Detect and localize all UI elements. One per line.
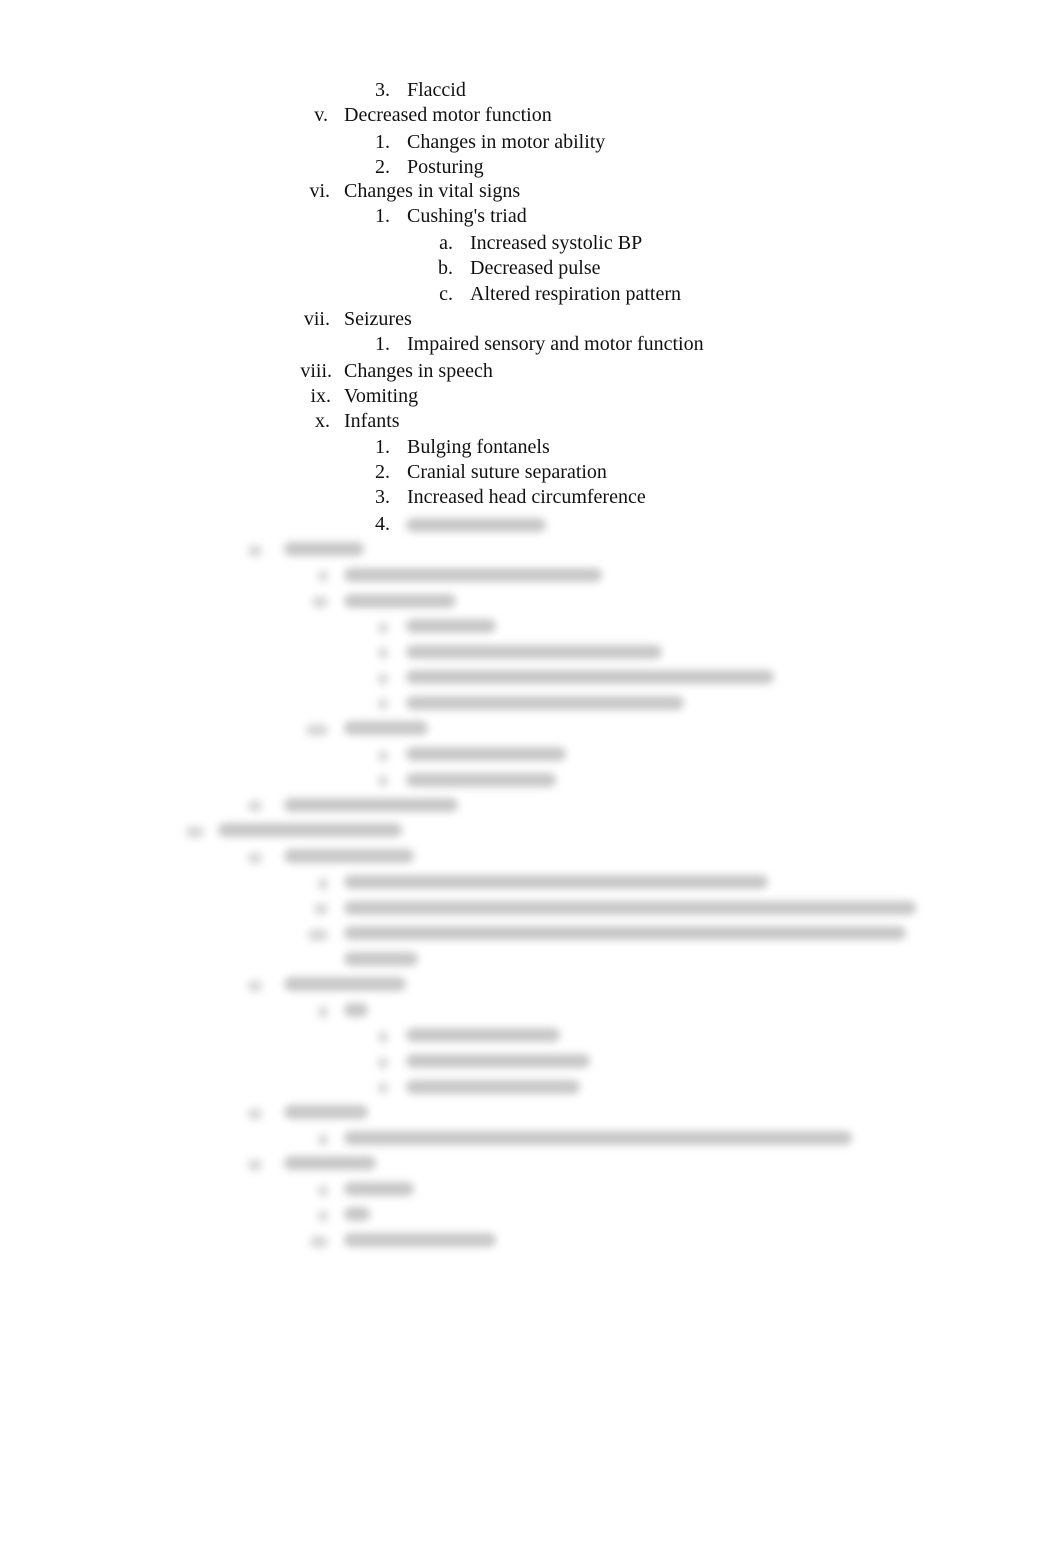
list-marker: b. — [438, 257, 453, 279]
blurred-marker — [318, 1210, 328, 1222]
blurred-marker — [248, 980, 262, 992]
blurred-text-line — [344, 594, 456, 608]
list-item-text: Seizures — [344, 308, 412, 330]
list-marker: v. — [314, 104, 328, 126]
list-marker: 2. — [375, 156, 390, 178]
blurred-marker — [248, 545, 262, 557]
blurred-text-line — [406, 747, 566, 761]
blurred-marker — [378, 750, 388, 762]
blurred-text-line — [344, 568, 602, 582]
blurred-text-line — [344, 1131, 852, 1145]
blurred-marker — [318, 878, 328, 890]
document-page: 3. Flaccid v. Decreased motor function 1… — [0, 0, 1062, 1561]
list-marker: 2. — [375, 461, 390, 483]
list-marker: 1. — [375, 436, 390, 458]
blurred-marker — [318, 570, 328, 582]
blurred-text-line — [344, 1003, 368, 1017]
list-item-text: Cranial suture separation — [407, 461, 607, 483]
blurred-text-line — [218, 823, 402, 837]
list-marker: 3. — [375, 79, 390, 101]
list-item-text: Increased head circumference — [407, 486, 646, 508]
list-item-text: Decreased motor function — [344, 104, 552, 126]
blurred-marker — [378, 775, 388, 787]
blurred-text-line — [284, 1105, 368, 1119]
blurred-text-line — [344, 1182, 414, 1196]
blurred-text-line — [406, 1080, 580, 1094]
list-item-text: Vomiting — [344, 385, 419, 407]
blurred-marker — [186, 826, 204, 838]
blurred-text-line — [344, 1233, 496, 1247]
list-item-text: Changes in speech — [344, 360, 493, 382]
list-marker: vi. — [309, 180, 330, 202]
list-item-text: Cushing's triad — [407, 205, 527, 227]
blurred-text-line — [406, 696, 684, 710]
blurred-marker — [314, 903, 328, 915]
blurred-text-line — [406, 645, 662, 659]
blurred-text-line — [284, 849, 414, 863]
blurred-marker — [378, 1031, 388, 1043]
list-item-text: Posturing — [407, 156, 484, 178]
blurred-text-line — [284, 542, 364, 556]
blurred-marker — [248, 800, 262, 812]
list-item-text: Changes in vital signs — [344, 180, 521, 202]
list-item-text: Changes in motor ability — [407, 131, 606, 153]
list-marker: 4. — [375, 513, 390, 535]
blurred-marker — [378, 1057, 388, 1069]
blurred-marker — [248, 852, 262, 864]
list-marker: viii. — [300, 360, 332, 382]
blurred-text-line — [284, 1156, 376, 1170]
list-marker: 3. — [375, 486, 390, 508]
list-item-text: Increased systolic BP — [470, 232, 643, 254]
list-marker: a. — [439, 232, 453, 254]
blurred-text-line — [344, 901, 916, 915]
blurred-text-line — [344, 1207, 370, 1221]
list-item-text: Altered respiration pattern — [470, 283, 682, 305]
blurred-marker — [378, 1082, 388, 1094]
list-marker: 1. — [375, 333, 390, 355]
blurred-marker — [312, 596, 328, 608]
blurred-marker — [308, 929, 328, 941]
blurred-text-line — [406, 518, 546, 532]
blurred-marker — [318, 1006, 328, 1018]
list-item-text: Decreased pulse — [470, 257, 601, 279]
blurred-marker — [378, 647, 388, 659]
blurred-text-line — [406, 670, 774, 684]
blurred-marker — [378, 622, 388, 634]
blurred-text-line — [406, 619, 496, 633]
list-marker: c. — [439, 283, 453, 305]
list-item-text: Flaccid — [407, 79, 466, 101]
list-marker: x. — [315, 410, 330, 432]
list-item-text: Bulging fontanels — [407, 436, 550, 458]
blurred-marker — [248, 1159, 262, 1171]
blurred-marker — [318, 1185, 328, 1197]
blurred-marker — [306, 724, 328, 736]
blurred-text-line — [406, 1054, 590, 1068]
blurred-text-line — [284, 798, 458, 812]
blurred-text-line — [344, 721, 428, 735]
blurred-marker — [378, 673, 388, 685]
blurred-text-line — [406, 1028, 560, 1042]
blurred-text-line — [344, 952, 418, 966]
list-marker: vii. — [303, 308, 330, 330]
blurred-marker — [378, 698, 388, 710]
blurred-text-line — [406, 773, 556, 787]
list-marker: 1. — [375, 131, 390, 153]
blurred-text-line — [344, 926, 906, 940]
list-item-text: Impaired sensory and motor function — [407, 333, 704, 355]
blurred-text-line — [344, 875, 768, 889]
list-marker: 1. — [375, 205, 390, 227]
blurred-marker — [248, 1108, 262, 1120]
blurred-marker — [310, 1236, 328, 1248]
list-item-text: Infants — [344, 410, 400, 432]
blurred-marker — [318, 1134, 328, 1146]
list-marker: ix. — [310, 385, 331, 407]
blurred-text-line — [284, 977, 406, 991]
